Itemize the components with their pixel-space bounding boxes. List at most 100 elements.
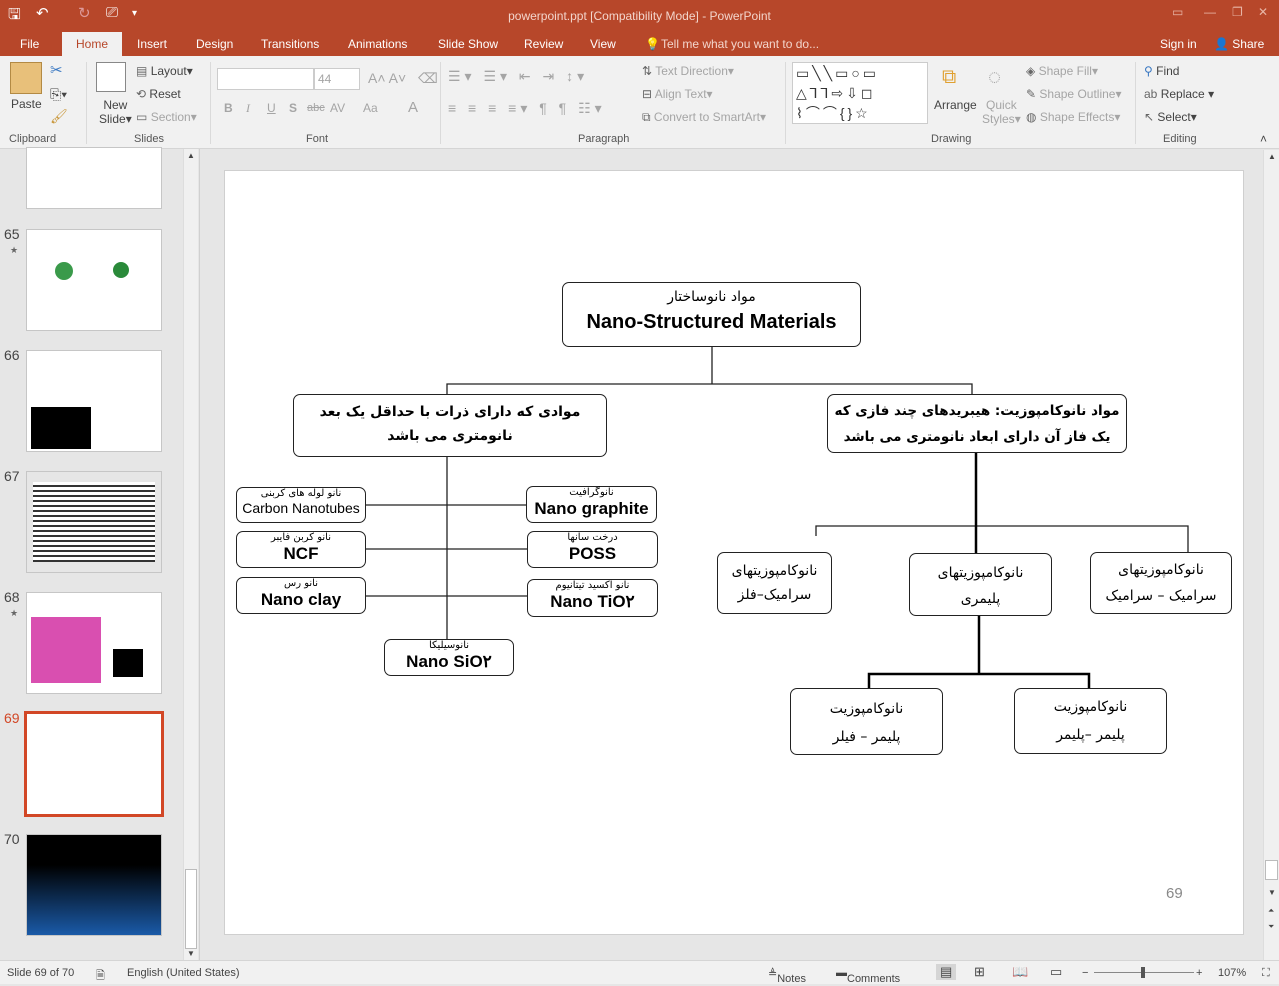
share-button[interactable]: 👤 Share [1214, 37, 1264, 51]
ribbon-display-icon[interactable]: ▭ [1172, 5, 1183, 19]
strikethrough-button[interactable]: abc [307, 102, 325, 114]
slide-scrollbar[interactable]: ▲ ▼ ⏶ ⏷ [1263, 150, 1279, 960]
restore-icon[interactable]: ❐ [1232, 5, 1243, 19]
paint-bucket-icon: ◈ [1026, 64, 1036, 78]
minimize-icon[interactable]: — [1204, 5, 1216, 19]
tab-insert[interactable]: Insert [137, 37, 167, 51]
quick-styles-button[interactable]: Quick Styles▾ [982, 98, 1021, 126]
nanomaterials-node[interactable]: موادی که دارای ذرات با حداقل یک بعد نانو… [293, 394, 607, 457]
font-color-button[interactable]: A [408, 99, 418, 116]
copy-icon[interactable]: ⎘▾ [50, 86, 67, 103]
nano-sio2-node[interactable]: نانوسیلیکا Nano SiO۲ [384, 639, 514, 676]
quick-styles-icon[interactable]: ◌ [988, 64, 1001, 90]
poss-node[interactable]: درخت سانها POSS [527, 531, 658, 568]
zoom-level[interactable]: 107% [1218, 967, 1246, 979]
arrange-icon[interactable]: ⧉ [942, 66, 956, 89]
root-node[interactable]: مواد نانوساختار Nano-Structured Material… [562, 282, 861, 347]
cut-icon[interactable]: ✂ [50, 61, 63, 79]
language-indicator[interactable]: English (United States) [127, 967, 240, 979]
shape-outline-button[interactable]: ✎ Shape Outline▾ [1026, 87, 1122, 101]
reading-view-icon[interactable]: 📖 [1012, 964, 1028, 980]
nano-clay-node[interactable]: نانو رس Nano clay [236, 577, 366, 614]
bold-button[interactable]: B [224, 101, 233, 115]
text-direction-button[interactable]: ⇅ Text Direction▾ [642, 64, 734, 78]
shapes-gallery[interactable]: ▭╲╲▭○▭ △⅂⅂⇨⇩◻ ⌇⌒⌒{}☆ [792, 62, 928, 124]
font-size-box[interactable]: 44 [314, 68, 360, 90]
sign-in-link[interactable]: Sign in [1160, 37, 1197, 51]
nano-tio2-node[interactable]: نانو اکسید تیتانیوم Nano TiO۲ [527, 579, 658, 617]
shadow-button[interactable]: S [289, 101, 297, 115]
tab-review[interactable]: Review [524, 37, 563, 51]
zoom-slider-thumb[interactable] [1141, 967, 1145, 978]
find-button[interactable]: ⚲ Find [1144, 64, 1179, 78]
new-slide-button[interactable]: New Slide▾ [99, 98, 132, 126]
tab-animations[interactable]: Animations [348, 37, 407, 51]
format-painter-icon[interactable]: 🖌 [50, 108, 68, 125]
comments-button[interactable]: ▬ Comments [836, 967, 900, 985]
shape-fill-button[interactable]: ◈ Shape Fill▾ [1026, 64, 1098, 78]
slide-number: 70 [4, 831, 20, 847]
tell-me-search[interactable]: Tell me what you want to do... [661, 37, 819, 51]
tab-file[interactable]: File [20, 37, 39, 51]
polymer-filler-node[interactable]: نانوکامپوزیت پلیمر – فیلر [790, 688, 943, 755]
slide-sorter-icon[interactable]: ⊞ [974, 964, 985, 980]
thumbnail-scrollbar[interactable]: ▲ ▼ [183, 149, 198, 960]
slide-thumbnail-69[interactable] [24, 711, 164, 817]
alignment-buttons[interactable]: ≡ ≡ ≡ ≡▾ ¶ ¶ ☷▾ [448, 100, 606, 117]
layout-button[interactable]: ▤ Layout▾ [136, 64, 193, 78]
tab-slide-show[interactable]: Slide Show [438, 37, 498, 51]
ceramic-metal-node[interactable]: نانوکامپوزیتهای سرامیک–فلز [717, 552, 832, 614]
slide-number: 69 [4, 710, 20, 726]
paste-icon[interactable] [10, 62, 42, 94]
title-bar: 🖫 ↶ ↻ ⎚ ▾ powerpoint.ppt [Compatibility … [0, 0, 1279, 32]
tab-view[interactable]: View [590, 37, 616, 51]
underline-button[interactable]: U [267, 101, 276, 115]
spell-check-icon[interactable]: 🗎 [96, 967, 105, 986]
convert-smartart-button[interactable]: ⧉ Convert to SmartArt▾ [642, 110, 766, 125]
slide-thumbnail-64[interactable] [26, 147, 162, 209]
align-text-button[interactable]: ⊟ Align Text▾ [642, 87, 713, 101]
carbon-nanotubes-node[interactable]: نانو لوله های کربنی Carbon Nanotubes [236, 487, 366, 523]
polymer-polymer-node[interactable]: نانوکامپوزیت پلیمر –پلیمر [1014, 688, 1167, 754]
slide-thumbnail-65[interactable] [26, 229, 162, 331]
slide-thumbnail-70[interactable] [26, 834, 162, 936]
italic-button[interactable]: I [246, 101, 250, 116]
slide-thumbnail-67[interactable] [26, 471, 162, 573]
section-button[interactable]: ▭ Section▾ [136, 110, 197, 124]
slide-canvas[interactable]: مواد نانوساختار Nano-Structured Material… [224, 170, 1244, 935]
select-button[interactable]: ↖ Select▾ [1144, 110, 1197, 124]
character-spacing-button[interactable]: AV [330, 101, 345, 115]
slide-number: 66 [4, 347, 20, 363]
grow-font-icon[interactable]: A˄ A˅ [368, 70, 406, 86]
smartart-icon: ⧉ [642, 110, 651, 124]
ncf-node[interactable]: نانو کربن فایبر NCF [236, 531, 366, 568]
slide-thumbnail-66[interactable] [26, 350, 162, 452]
new-slide-icon[interactable] [96, 62, 126, 92]
change-case-button[interactable]: Aa [363, 101, 378, 115]
list-buttons[interactable]: ☰▾ ☰▾ ⇤ ⇥ ↕▾ [448, 68, 588, 85]
normal-view-icon[interactable]: ▤ [936, 964, 957, 980]
fit-to-window-icon[interactable]: ⛶ [1262, 967, 1270, 980]
notes-button[interactable]: ≜ Notes [768, 967, 806, 985]
tab-transitions[interactable]: Transitions [261, 37, 319, 51]
arrange-button[interactable]: Arrange [934, 98, 977, 112]
tab-design[interactable]: Design [196, 37, 233, 51]
shape-effects-button[interactable]: ◍ Shape Effects▾ [1026, 110, 1120, 124]
zoom-in-button[interactable]: + [1196, 967, 1202, 979]
slideshow-view-icon[interactable]: ▭ [1050, 964, 1062, 980]
ceramic-ceramic-node[interactable]: نانوکامپوزیتهای سرامیک – سرامیک [1090, 552, 1232, 614]
slide-thumbnail-68[interactable] [26, 592, 162, 694]
polymer-composites-node[interactable]: نانوکامپوزیتهای پلیمری [909, 553, 1052, 616]
paste-button[interactable]: Paste [11, 97, 42, 111]
replace-icon: ab [1144, 87, 1158, 101]
nano-graphite-node[interactable]: نانوگرافیت Nano graphite [526, 486, 657, 523]
replace-button[interactable]: ab Replace ▾ [1144, 87, 1214, 101]
reset-button[interactable]: ⟲ Reset [136, 87, 181, 101]
nanocomposites-node[interactable]: مواد نانوکامپوزیت: هیبریدهای چند فازی که… [827, 394, 1127, 453]
font-name-box[interactable] [217, 68, 314, 90]
zoom-out-button[interactable]: − [1082, 967, 1088, 979]
tab-home[interactable]: Home [62, 32, 123, 56]
collapse-ribbon-icon[interactable]: ˄ [1260, 132, 1267, 146]
clear-formatting-icon[interactable]: ⌫ [418, 70, 438, 87]
close-icon[interactable]: ✕ [1258, 5, 1268, 19]
